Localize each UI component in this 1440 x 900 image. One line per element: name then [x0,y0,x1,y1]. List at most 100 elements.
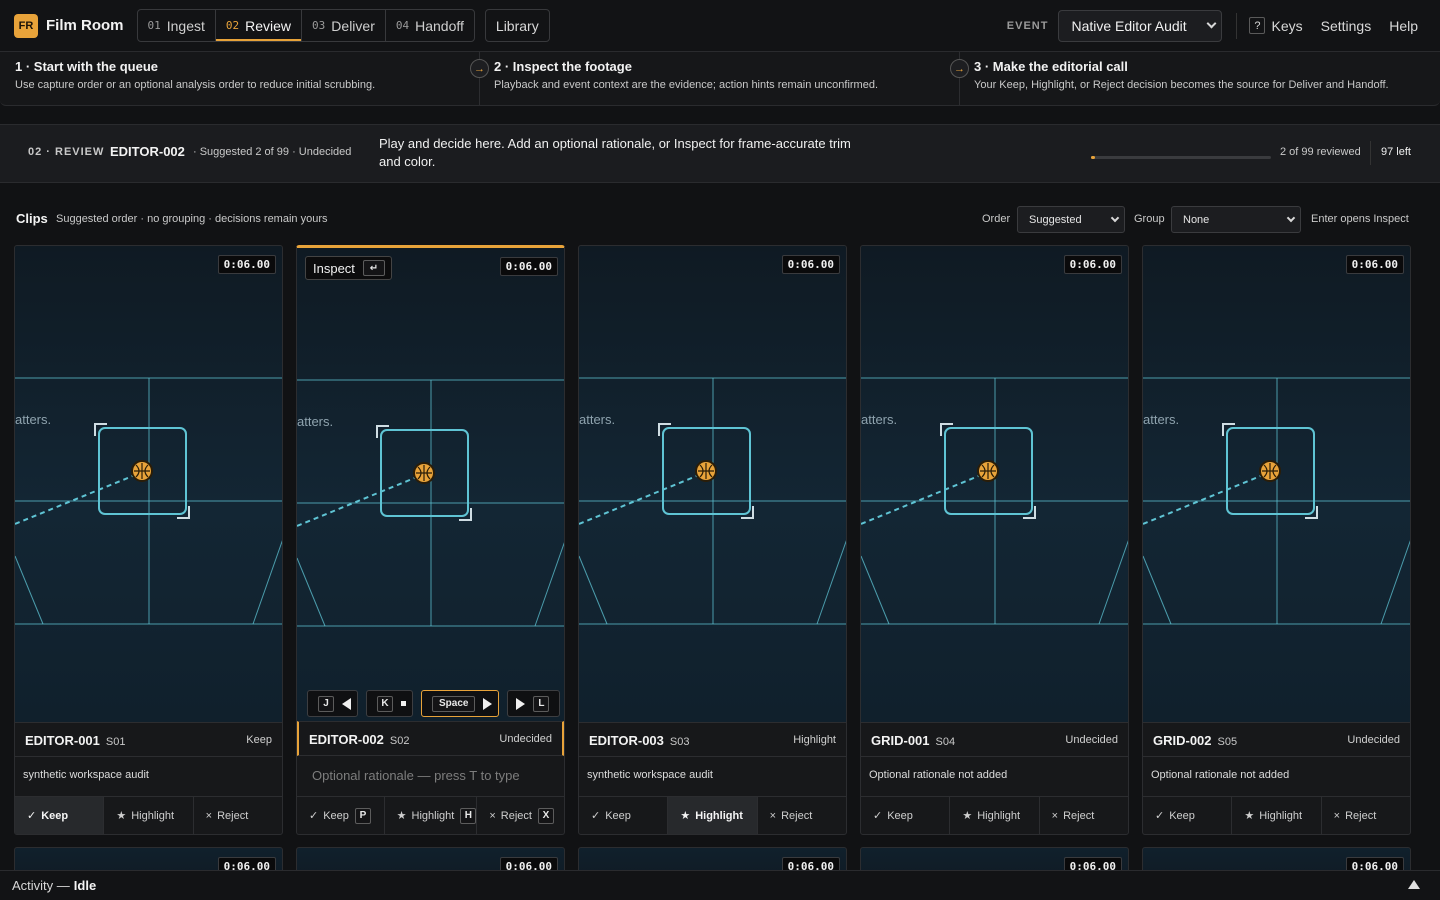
tab-review[interactable]: 02 Review [216,10,303,41]
check-icon: ✓ [873,810,883,822]
highlight-label: Highlight [131,809,175,822]
clips-title: Clips [16,211,48,226]
stop-icon [401,701,406,706]
activity-bar[interactable]: Activity — Idle [0,870,1440,900]
keys-label: Keys [1271,17,1303,34]
chevron-down-icon [1110,213,1120,222]
arrow-right-icon: → [950,59,969,78]
duration-badge: 0:06.00 [217,255,276,274]
divider [1370,141,1371,165]
trajectory-line [15,474,136,525]
clip-info: EDITOR-002 S02 Undecided [297,721,564,756]
clip-card[interactable]: atters. 0:06.00 EDITOR-003 S03 Highlight … [578,245,847,835]
highlight-button[interactable]: ★ Highlight [668,797,758,834]
clip-info: GRID-002 S05 Undecided [1143,722,1410,757]
clip-thumbnail[interactable]: atters. 0:06.00 [1143,246,1410,722]
tracking-overlay: atters. [1143,377,1410,625]
order-label: Order [982,213,1011,225]
settings-link[interactable]: Settings [1321,18,1372,34]
rationale-text[interactable]: Optional rationale not added [869,769,1007,781]
play-reverse-icon [342,697,351,710]
group-label: Group [1134,213,1165,225]
reject-button[interactable]: × Reject [194,797,282,834]
reject-button[interactable]: × Reject [1040,797,1128,834]
highlight-button[interactable]: ★ Highlight [1232,797,1322,834]
event-select[interactable]: Native Editor Audit [1058,9,1223,42]
tab-label: Ingest [166,17,205,34]
order-select-value: Suggested [1029,213,1082,226]
reject-button[interactable]: × Reject [758,797,846,834]
reject-label: Reject [1063,809,1095,822]
rationale-text[interactable]: synthetic workspace audit [23,769,149,781]
decision-status: Highlight [793,734,836,746]
clip-id: GRID-002 [1153,733,1212,748]
key-space: Space [432,695,476,712]
highlight-button[interactable]: ★ Highlight H [385,797,478,834]
corner-bracket [177,506,190,519]
order-select[interactable]: Suggested [1017,206,1125,233]
highlight-button[interactable]: ★ Highlight [104,797,194,834]
clip-thumbnail[interactable]: atters. 0:06.00 [15,246,282,722]
rewind-button[interactable]: J [307,690,358,717]
step-description: Playback and event context are the evide… [494,79,879,91]
clip-thumbnail[interactable]: atters. Inspect ↵ 0:06.00 J K Space L [297,248,564,721]
highlight-button[interactable]: ★ Highlight [950,797,1040,834]
group-select-value: None [1183,213,1210,226]
clip-card[interactable]: atters. 0:06.00 EDITOR-001 S01 Keep synth… [14,245,283,835]
decision-status: Keep [246,734,272,746]
tab-deliver[interactable]: 03 Deliver [302,10,386,41]
activity-label: Activity — [12,878,70,893]
tab-number: 04 [395,19,410,32]
keep-button[interactable]: ✓ Keep [1143,797,1233,834]
clip-card-selected[interactable]: atters. Inspect ↵ 0:06.00 J K Space L ED… [296,245,565,835]
perspective-line [1143,555,1172,625]
rationale-text[interactable]: synthetic workspace audit [587,769,713,781]
tab-ingest[interactable]: 01 Ingest [138,10,216,41]
clip-card[interactable]: atters. 0:06.00 GRID-001 S04 Undecided Op… [860,245,1129,835]
rationale-input[interactable]: Optional rationale — press T to type [312,768,520,783]
overlay-caption: atters. [15,412,51,427]
overlay-caption: atters. [297,414,333,429]
decision-actions: ✓ Keep P ★ Highlight H × Reject X [297,796,564,834]
trajectory-line [1143,474,1264,525]
rationale-text[interactable]: Optional rationale not added [1151,769,1289,781]
tab-label: Deliver [331,17,375,34]
reject-label: Reject [1345,809,1377,822]
reject-button[interactable]: × Reject [1322,797,1410,834]
play-icon [483,697,493,710]
library-button[interactable]: Library [484,9,550,42]
close-icon: × [1333,809,1341,822]
star-icon: ★ [116,810,127,822]
help-link[interactable]: Help [1389,18,1418,34]
step-title: 2 · Inspect the footage [494,59,632,74]
trajectory-line [579,474,700,525]
keep-button[interactable]: ✓ Keep [861,797,951,834]
chevron-up-icon[interactable] [1408,880,1420,889]
clip-name: EDITOR-003 S03 [589,733,689,748]
reject-label: Reject [217,809,249,822]
close-icon: × [489,809,496,822]
close-icon: × [205,809,213,822]
clip-card[interactable]: atters. 0:06.00 GRID-002 S05 Undecided Op… [1142,245,1411,835]
keep-button[interactable]: ✓ Keep [15,797,105,834]
forward-button[interactable]: L [507,690,561,717]
clip-name: GRID-001 S04 [871,733,955,748]
tab-handoff[interactable]: 04 Handoff [386,10,474,41]
clip-name: EDITOR-001 S01 [25,733,125,748]
play-button[interactable]: Space [421,690,500,717]
group-select[interactable]: None [1171,206,1301,233]
scene-label: S05 [1217,736,1238,748]
key-k: K [377,695,393,712]
brand[interactable]: FR Film Room [14,13,124,38]
step-1: 1 · Start with the queue Use capture ord… [15,52,375,105]
keep-button[interactable]: ✓ Keep P [297,797,385,834]
clip-thumbnail[interactable]: atters. 0:06.00 [579,246,846,722]
decision-actions: ✓ Keep ★ Highlight × Reject [861,796,1128,834]
clip-thumbnail[interactable]: atters. 0:06.00 [861,246,1128,722]
keys-button[interactable]: ? Keys [1249,17,1303,34]
keep-button[interactable]: ✓ Keep [579,797,669,834]
stop-button[interactable]: K [366,690,413,717]
inspect-button[interactable]: Inspect ↵ [305,256,392,280]
reject-button[interactable]: × Reject X [477,797,564,834]
play-forward-icon [516,697,526,710]
